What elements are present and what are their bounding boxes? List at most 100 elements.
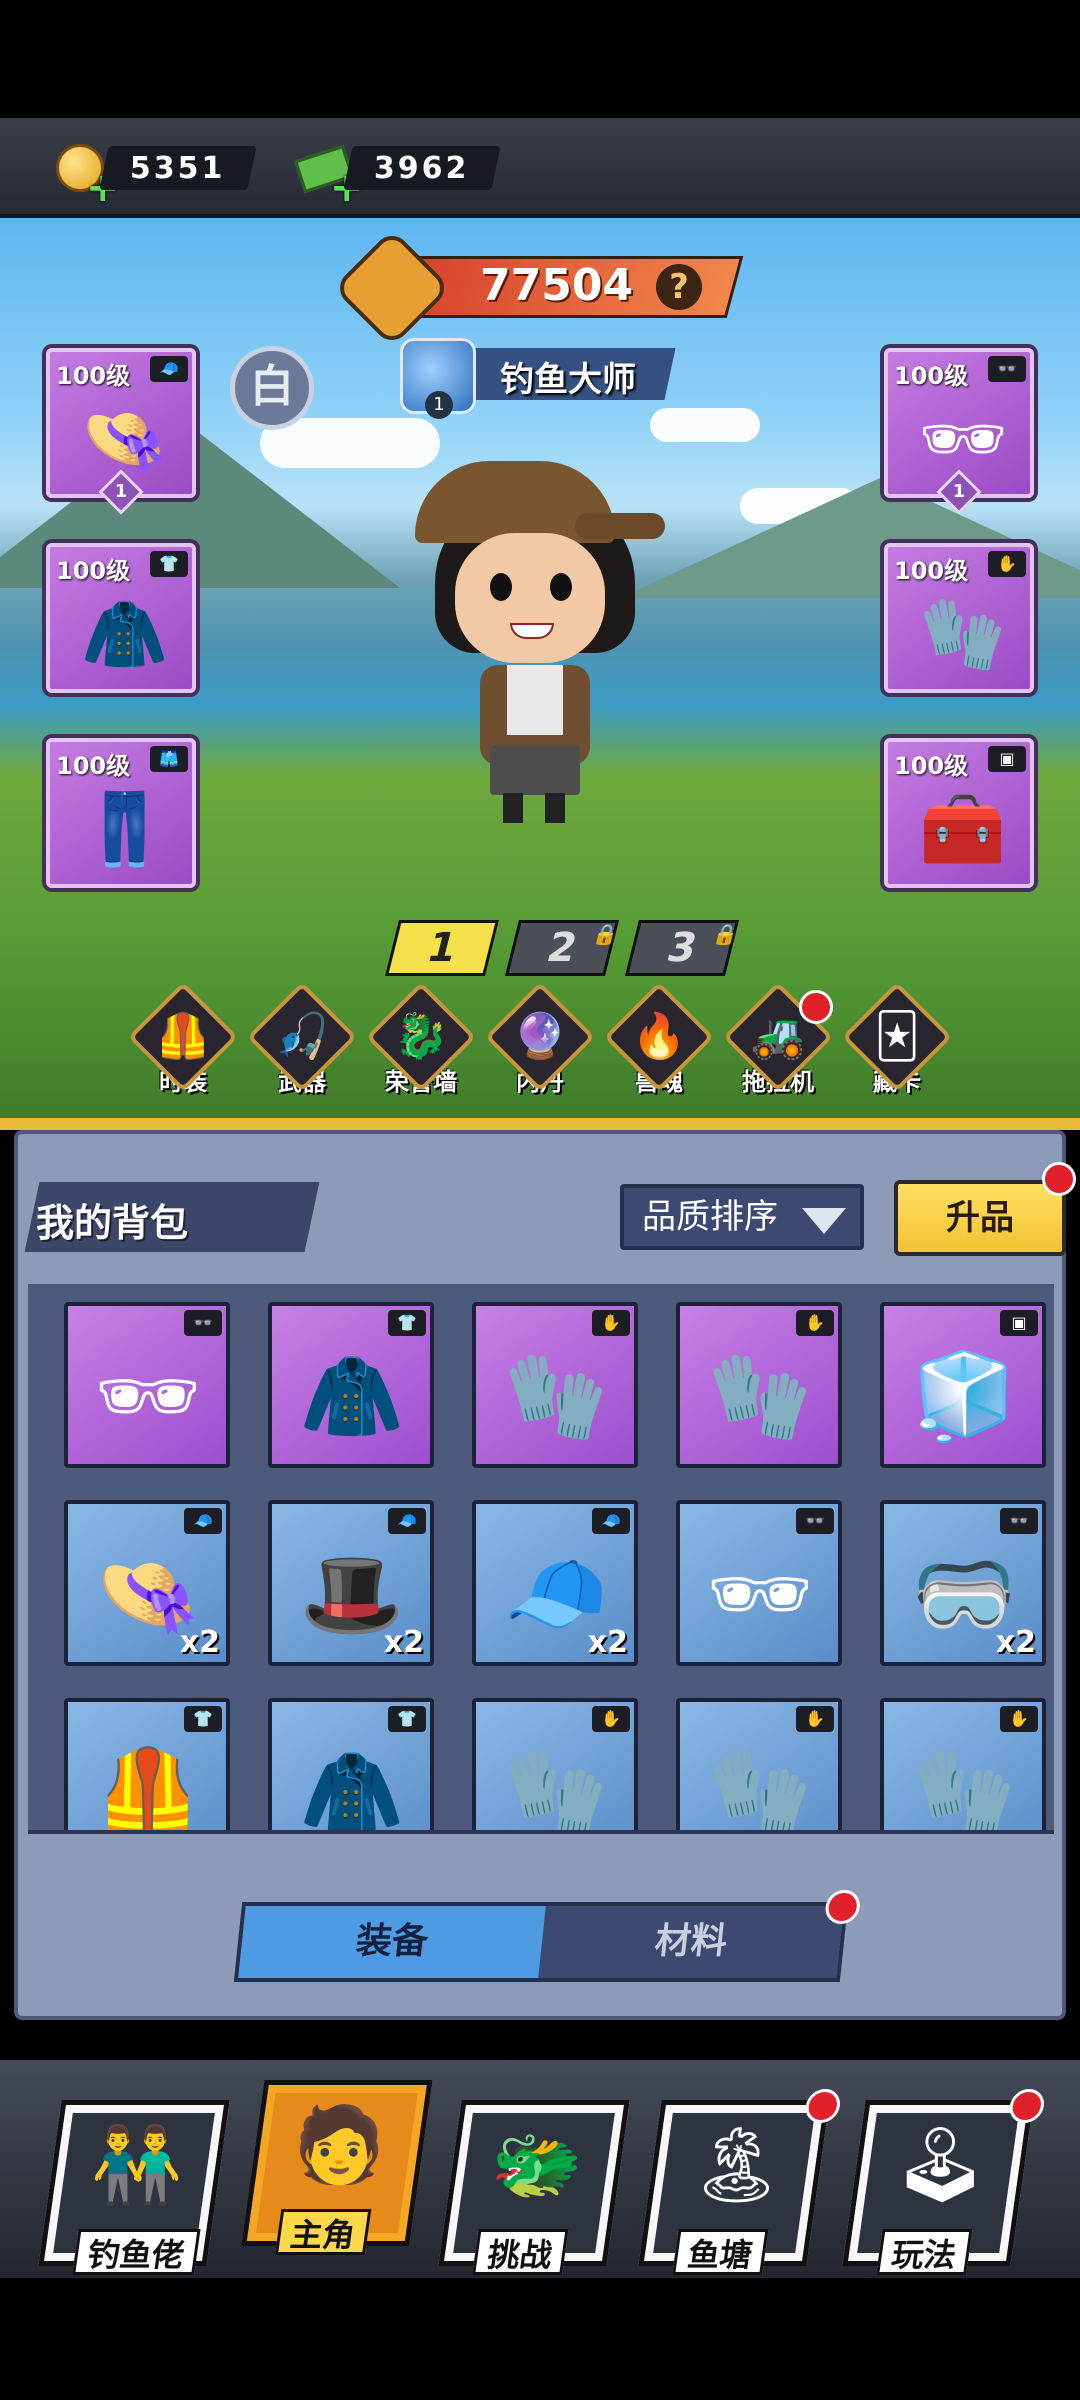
slot-level: 100级 xyxy=(894,752,969,780)
nav-gameplay[interactable]: 🕹 玩法 xyxy=(842,2089,1047,2275)
lock-icon: 🔒 xyxy=(710,922,742,946)
cash-value: 3962 xyxy=(374,150,470,186)
equip-slot-pants[interactable]: 100级 🩳 👖 xyxy=(46,738,196,888)
menu-honor-wall[interactable]: 🐉 荣誉墙 xyxy=(365,981,477,1108)
inventory-item[interactable]: 👓 🕶 xyxy=(64,1302,230,1468)
fishermen-icon: 👬 xyxy=(90,2122,183,2208)
equip-slot-gloves[interactable]: 100级 ✋ 🧤 xyxy=(884,543,1034,693)
glove-type-icon: ✋ xyxy=(592,1706,630,1732)
card-pack-icon: 🃏 xyxy=(874,1011,920,1062)
glasses-type-icon: 👓 xyxy=(988,356,1026,382)
notification-dot xyxy=(1007,2089,1047,2123)
notification-dot xyxy=(1042,1162,1076,1196)
help-button[interactable]: ? xyxy=(656,264,702,310)
inventory-item[interactable]: 👕 🧥 xyxy=(268,1698,434,1834)
black-gloves-icon: 🧤 xyxy=(911,1743,1017,1834)
upgrade-quality-button[interactable]: 升品 xyxy=(894,1162,1076,1256)
nav-fish-pond[interactable]: 🏝 鱼塘 xyxy=(638,2089,843,2275)
sort-dropdown[interactable]: 品质排序 xyxy=(620,1184,864,1250)
tab-material[interactable]: 材料 xyxy=(538,1890,862,1978)
nav-fishermen[interactable]: 👬 钓鱼佬 xyxy=(38,2100,230,2275)
tab-equipment[interactable]: 装备 xyxy=(238,1906,546,1978)
inventory-item[interactable]: 🧢 🧢 x2 xyxy=(472,1500,638,1666)
inventory-item[interactable]: 👓 🕶 xyxy=(676,1500,842,1666)
bottom-navigation: 👬 钓鱼佬 🧑 主角 🐲 挑战 🏝 鱼塘 🕹 玩法 xyxy=(0,2060,1080,2278)
inventory-item[interactable]: 👓 🥽 x2 xyxy=(880,1500,1046,1666)
item-count: x2 xyxy=(587,1625,628,1660)
player-character[interactable] xyxy=(395,433,675,833)
glove-type-icon: ✋ xyxy=(1000,1706,1038,1732)
inventory-item[interactable]: ✋ 🧤 xyxy=(676,1698,842,1834)
glove-type-icon: ✋ xyxy=(796,1706,834,1732)
white-gloves-icon: 🧤 xyxy=(503,1743,609,1834)
inventory-item[interactable]: ▣ 🧊 xyxy=(880,1302,1046,1468)
jeans-shorts-icon: 👖 xyxy=(81,788,169,870)
bag-tab-switch: 装备 材料 xyxy=(233,1890,862,1982)
inventory-item[interactable]: ✋ 🧤 xyxy=(472,1698,638,1834)
glove-type-icon: ✋ xyxy=(592,1310,630,1336)
inventory-item[interactable]: 👕 🦺 xyxy=(64,1698,230,1830)
power-value: 77504 xyxy=(480,260,634,311)
menu-beast-soul[interactable]: 🔥 兽魂 xyxy=(603,981,715,1108)
glasses-type-icon: 👓 xyxy=(184,1310,222,1336)
loadout-tab-2[interactable]: 2 🔒 xyxy=(505,920,621,976)
glasses-type-icon: 👓 xyxy=(1000,1508,1038,1534)
inventory-item[interactable]: 🧢 🎩 x2 xyxy=(268,1500,434,1666)
inventory-item[interactable]: ✋ 🧤 xyxy=(472,1302,638,1468)
chevron-down-icon xyxy=(802,1208,846,1234)
menu-tractor[interactable]: 🚜 拖拉机 xyxy=(722,981,834,1108)
nav-protagonist[interactable]: 🧑 主角 xyxy=(241,2080,433,2255)
orange-jacket-icon: 🧥 xyxy=(299,1743,405,1834)
equip-slot-jacket[interactable]: 100级 👕 🧥 xyxy=(46,543,196,693)
notification-dot xyxy=(803,2089,843,2123)
slot-level: 100级 xyxy=(894,362,969,390)
fish-rank-icon: 1 xyxy=(400,338,476,419)
top-type-icon: 👕 xyxy=(388,1310,426,1336)
grey-gloves-icon: 🧤 xyxy=(707,1743,813,1834)
rank-banner[interactable]: 1 钓鱼大师 xyxy=(400,338,676,419)
inventory-item[interactable]: ✋ 🧤 xyxy=(880,1698,1046,1834)
inventory-item[interactable]: 👕 🧥 xyxy=(268,1302,434,1468)
loadout-tab-1[interactable]: 1 xyxy=(385,920,499,976)
skirt xyxy=(490,745,580,795)
vest-icon: 🦺 xyxy=(155,1011,211,1062)
protagonist-icon: 🧑 xyxy=(293,2102,386,2188)
backpack-panel: 我的背包 品质排序 升品 👓 🕶 👕 🧥 ✋ 🧤 ✋ 🧤 ▣ 🧊 🧢 👒 x2 … xyxy=(14,1130,1076,2020)
slot-level: 100级 xyxy=(56,557,131,585)
equip-slot-box[interactable]: 100级 ▣ 🧰 xyxy=(884,738,1034,888)
glove-type-icon: ✋ xyxy=(988,551,1026,577)
hat-type-icon: 🧢 xyxy=(388,1508,426,1534)
power-score-bar: 77504 ? xyxy=(332,228,744,348)
nav-challenge[interactable]: 🐲 挑战 xyxy=(438,2100,630,2275)
blue-flame-icon: 🔥 xyxy=(631,1011,687,1062)
box-type-icon: ▣ xyxy=(1000,1310,1038,1336)
top-type-icon: 👕 xyxy=(388,1706,426,1732)
joystick-icon: 🕹 xyxy=(893,2122,988,2208)
orb-icon: 🔮 xyxy=(512,1011,568,1062)
orange-jacket-icon: 🧥 xyxy=(81,593,169,675)
box-type-icon: ▣ xyxy=(988,746,1026,772)
face xyxy=(455,533,605,663)
item-count: x2 xyxy=(995,1625,1036,1660)
menu-card-collection[interactable]: 🃏 藏卡 xyxy=(841,981,953,1108)
gold-currency[interactable]: + 5351 xyxy=(52,140,257,208)
quality-badge[interactable]: 白 xyxy=(230,346,314,430)
loadout-tab-3[interactable]: 3 🔒 xyxy=(625,920,741,976)
backpack-title: 我的背包 xyxy=(36,1201,189,1245)
top-type-icon: 👕 xyxy=(150,551,188,577)
white-gloves-icon: 🧤 xyxy=(503,1347,609,1445)
notification-dot xyxy=(799,990,833,1024)
equip-slot-hat[interactable]: 100级 🧢 👒 1 xyxy=(46,348,196,515)
dragon-icon: 🐲 xyxy=(490,2122,583,2208)
black-gloves-icon: 🧤 xyxy=(707,1347,813,1445)
inventory-item[interactable]: ✋ 🧤 xyxy=(676,1302,842,1468)
menu-weapon[interactable]: 🎣 武器 xyxy=(246,981,358,1108)
equip-slot-glasses[interactable]: 100级 👓 🕶 1 xyxy=(884,348,1034,515)
cash-currency[interactable]: + 3962 xyxy=(294,140,501,208)
menu-fashion[interactable]: 🦺 时装 xyxy=(127,981,239,1108)
menu-inner-pill[interactable]: 🔮 内丹 xyxy=(484,981,596,1108)
glasses-type-icon: 👓 xyxy=(796,1508,834,1534)
hat-type-icon: 🧢 xyxy=(184,1508,222,1534)
dragon-icon: 🐉 xyxy=(393,1011,449,1062)
inventory-item[interactable]: 🧢 👒 x2 xyxy=(64,1500,230,1666)
